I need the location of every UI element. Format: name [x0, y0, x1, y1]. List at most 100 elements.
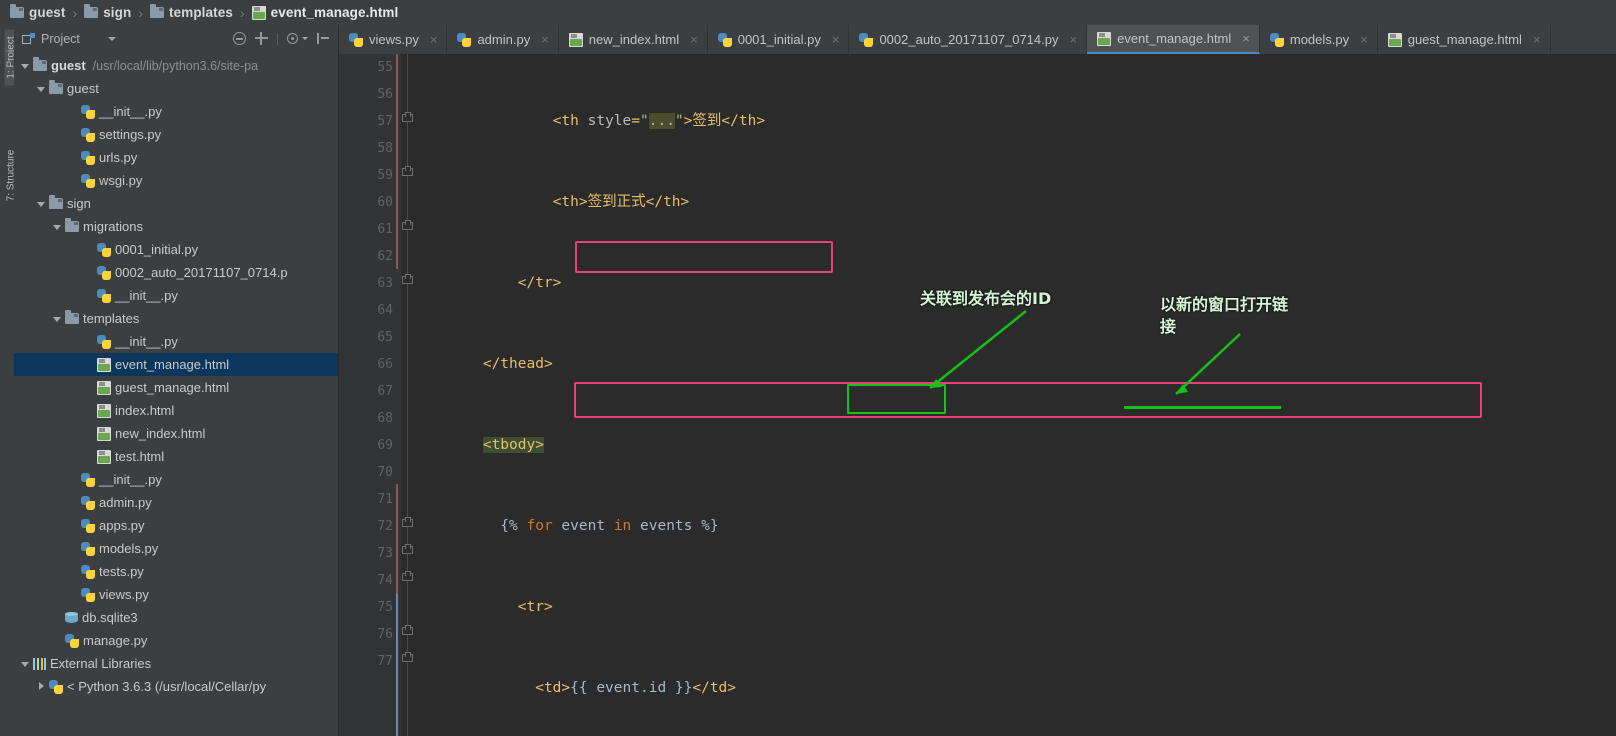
gear-icon[interactable]: [287, 33, 298, 44]
line-number: 55: [377, 60, 393, 75]
editor-tab-label: 0002_auto_20171107_0714.py: [879, 32, 1059, 47]
tree-item-guest[interactable]: guest: [14, 77, 338, 100]
chevron-down-icon[interactable]: [36, 198, 47, 209]
tree-item-manage-py[interactable]: manage.py: [14, 629, 338, 652]
tree-item-label: __init__.py: [115, 288, 178, 303]
code-line: <td>{{ event.id }}</td>: [535, 680, 737, 696]
python-file-icon: [717, 32, 732, 47]
tree-item-index-html[interactable]: index.html: [14, 399, 338, 422]
tree-item-templates[interactable]: templates: [14, 307, 338, 330]
fold-marker-icon[interactable]: [402, 274, 413, 285]
fold-marker-icon[interactable]: [402, 112, 413, 123]
line-number: 77: [377, 654, 393, 669]
breadcrumb-item-sign[interactable]: sign: [78, 0, 137, 25]
line-number: 59: [377, 168, 393, 183]
tree-item-0001-initial-py[interactable]: 0001_initial.py: [14, 238, 338, 261]
tree-item-label: admin.py: [99, 495, 152, 510]
editor-tab-0002-auto-20171107-0714-py[interactable]: 0002_auto_20171107_0714.py ×: [849, 25, 1088, 54]
close-icon[interactable]: ×: [541, 32, 549, 47]
breadcrumb-item-event-manage[interactable]: event_manage.html: [246, 0, 405, 25]
editor-tab-label: models.py: [1289, 32, 1350, 47]
tree-item-external-libraries[interactable]: External Libraries: [14, 652, 338, 675]
chevron-down-icon[interactable]: [107, 36, 116, 41]
breadcrumb-item-guest[interactable]: guest: [4, 0, 72, 25]
chevron-down-icon[interactable]: [302, 37, 308, 40]
tree-item-sign[interactable]: sign: [14, 192, 338, 215]
tree-item-db-sqlite3[interactable]: db.sqlite3: [14, 606, 338, 629]
close-icon[interactable]: ×: [1360, 32, 1368, 47]
tree-item-label: sign: [67, 196, 91, 211]
tree-item-admin-py[interactable]: admin.py: [14, 491, 338, 514]
breadcrumb-item-templates[interactable]: templates: [144, 0, 239, 25]
fold-marker-icon[interactable]: [402, 166, 413, 177]
fold-marker-icon[interactable]: [402, 652, 413, 663]
python-file-icon: [97, 265, 111, 280]
tree-item-tests-py[interactable]: tests.py: [14, 560, 338, 583]
close-icon[interactable]: ×: [832, 32, 840, 47]
tree-item-0002-auto-20171107-0714-p[interactable]: 0002_auto_20171107_0714.p: [14, 261, 338, 284]
code-line: <th style="...">签到</th>: [552, 113, 766, 129]
chevron-right-icon[interactable]: [36, 681, 47, 692]
tree-item-apps-py[interactable]: apps.py: [14, 514, 338, 537]
code-editor[interactable]: 55 56 57 58 59 60 61 62 63 64 65 66 67 68 69 70 71 72 73 74…: [339, 54, 1616, 736]
tree-item--init-py[interactable]: __init__.py: [14, 100, 338, 123]
project-panel-title: Project: [41, 31, 80, 46]
collapse-all-icon[interactable]: [233, 32, 246, 45]
change-marker-bar: [396, 484, 398, 594]
html-file-icon: [1097, 31, 1112, 46]
editor-tab-event-manage-html[interactable]: event_manage.html ×: [1087, 25, 1260, 54]
tree-item-label: apps.py: [99, 518, 145, 533]
tree-item-label: < Python 3.6.3 (/usr/local/Cellar/py: [67, 679, 267, 694]
tree-item-guest[interactable]: guest/usr/local/lib/python3.6/site-pa: [14, 54, 338, 77]
annotation-label-new-window: 以新的窗口打开链 接: [1160, 295, 1289, 336]
tree-item-migrations[interactable]: migrations: [14, 215, 338, 238]
fold-marker-icon[interactable]: [402, 517, 413, 528]
close-icon[interactable]: ×: [430, 32, 438, 47]
editor-tab-guest-manage-html[interactable]: guest_manage.html ×: [1377, 25, 1551, 54]
hide-icon[interactable]: [317, 32, 330, 45]
tree-item-new-index-html[interactable]: new_index.html: [14, 422, 338, 445]
tree-item-guest-manage-html[interactable]: guest_manage.html: [14, 376, 338, 399]
chevron-down-icon[interactable]: [20, 658, 31, 669]
tree-item--python-3-6-3-usr-local-cellar-py[interactable]: < Python 3.6.3 (/usr/local/Cellar/py: [14, 675, 338, 698]
editor-tab-0001-initial-py[interactable]: 0001_initial.py ×: [707, 25, 850, 54]
editor-tab-views-py[interactable]: views.py ×: [339, 25, 448, 54]
code-content[interactable]: <th style="...">签到</th> <th>签到正式</th> </…: [413, 54, 1616, 736]
editor-tab-models-py[interactable]: models.py ×: [1259, 25, 1378, 54]
tree-item--init-py[interactable]: __init__.py: [14, 468, 338, 491]
editor-tab-label: 0001_initial.py: [737, 32, 821, 47]
tree-item-settings-py[interactable]: settings.py: [14, 123, 338, 146]
tree-item-test-html[interactable]: test.html: [14, 445, 338, 468]
tree-item-urls-py[interactable]: urls.py: [14, 146, 338, 169]
tree-item-event-manage-html[interactable]: event_manage.html: [14, 353, 338, 376]
breadcrumb: guest › sign › templates › event_manage.…: [0, 0, 1616, 25]
breadcrumb-label: templates: [169, 5, 233, 20]
close-icon[interactable]: ×: [1533, 32, 1541, 47]
left-tool-strip: 1: Project 7: Structure: [0, 25, 18, 736]
tree-item-views-py[interactable]: views.py: [14, 583, 338, 606]
tree-item-models-py[interactable]: models.py: [14, 537, 338, 560]
close-icon[interactable]: ×: [1070, 32, 1078, 47]
fold-marker-icon[interactable]: [402, 544, 413, 555]
fold-marker-icon[interactable]: [402, 220, 413, 231]
chevron-down-icon[interactable]: [52, 313, 63, 324]
tree-item-wsgi-py[interactable]: wsgi.py: [14, 169, 338, 192]
editor-tab-label: views.py: [369, 32, 419, 47]
tree-item--init-py[interactable]: __init__.py: [14, 330, 338, 353]
tree-item--init-py[interactable]: __init__.py: [14, 284, 338, 307]
chevron-down-icon[interactable]: [52, 221, 63, 232]
close-icon[interactable]: ×: [1242, 31, 1250, 46]
editor-tab-new-index-html[interactable]: new_index.html ×: [558, 25, 708, 54]
tree-item-label: test.html: [115, 449, 165, 464]
fold-marker-icon[interactable]: [402, 571, 413, 582]
fold-marker-icon[interactable]: [402, 625, 413, 636]
locate-icon[interactable]: [255, 32, 268, 45]
python-file-icon: [81, 173, 95, 188]
chevron-down-icon[interactable]: [20, 60, 31, 71]
chevron-down-icon[interactable]: [36, 83, 47, 94]
close-icon[interactable]: ×: [690, 32, 698, 47]
editor-tab-admin-py[interactable]: admin.py ×: [447, 25, 559, 54]
